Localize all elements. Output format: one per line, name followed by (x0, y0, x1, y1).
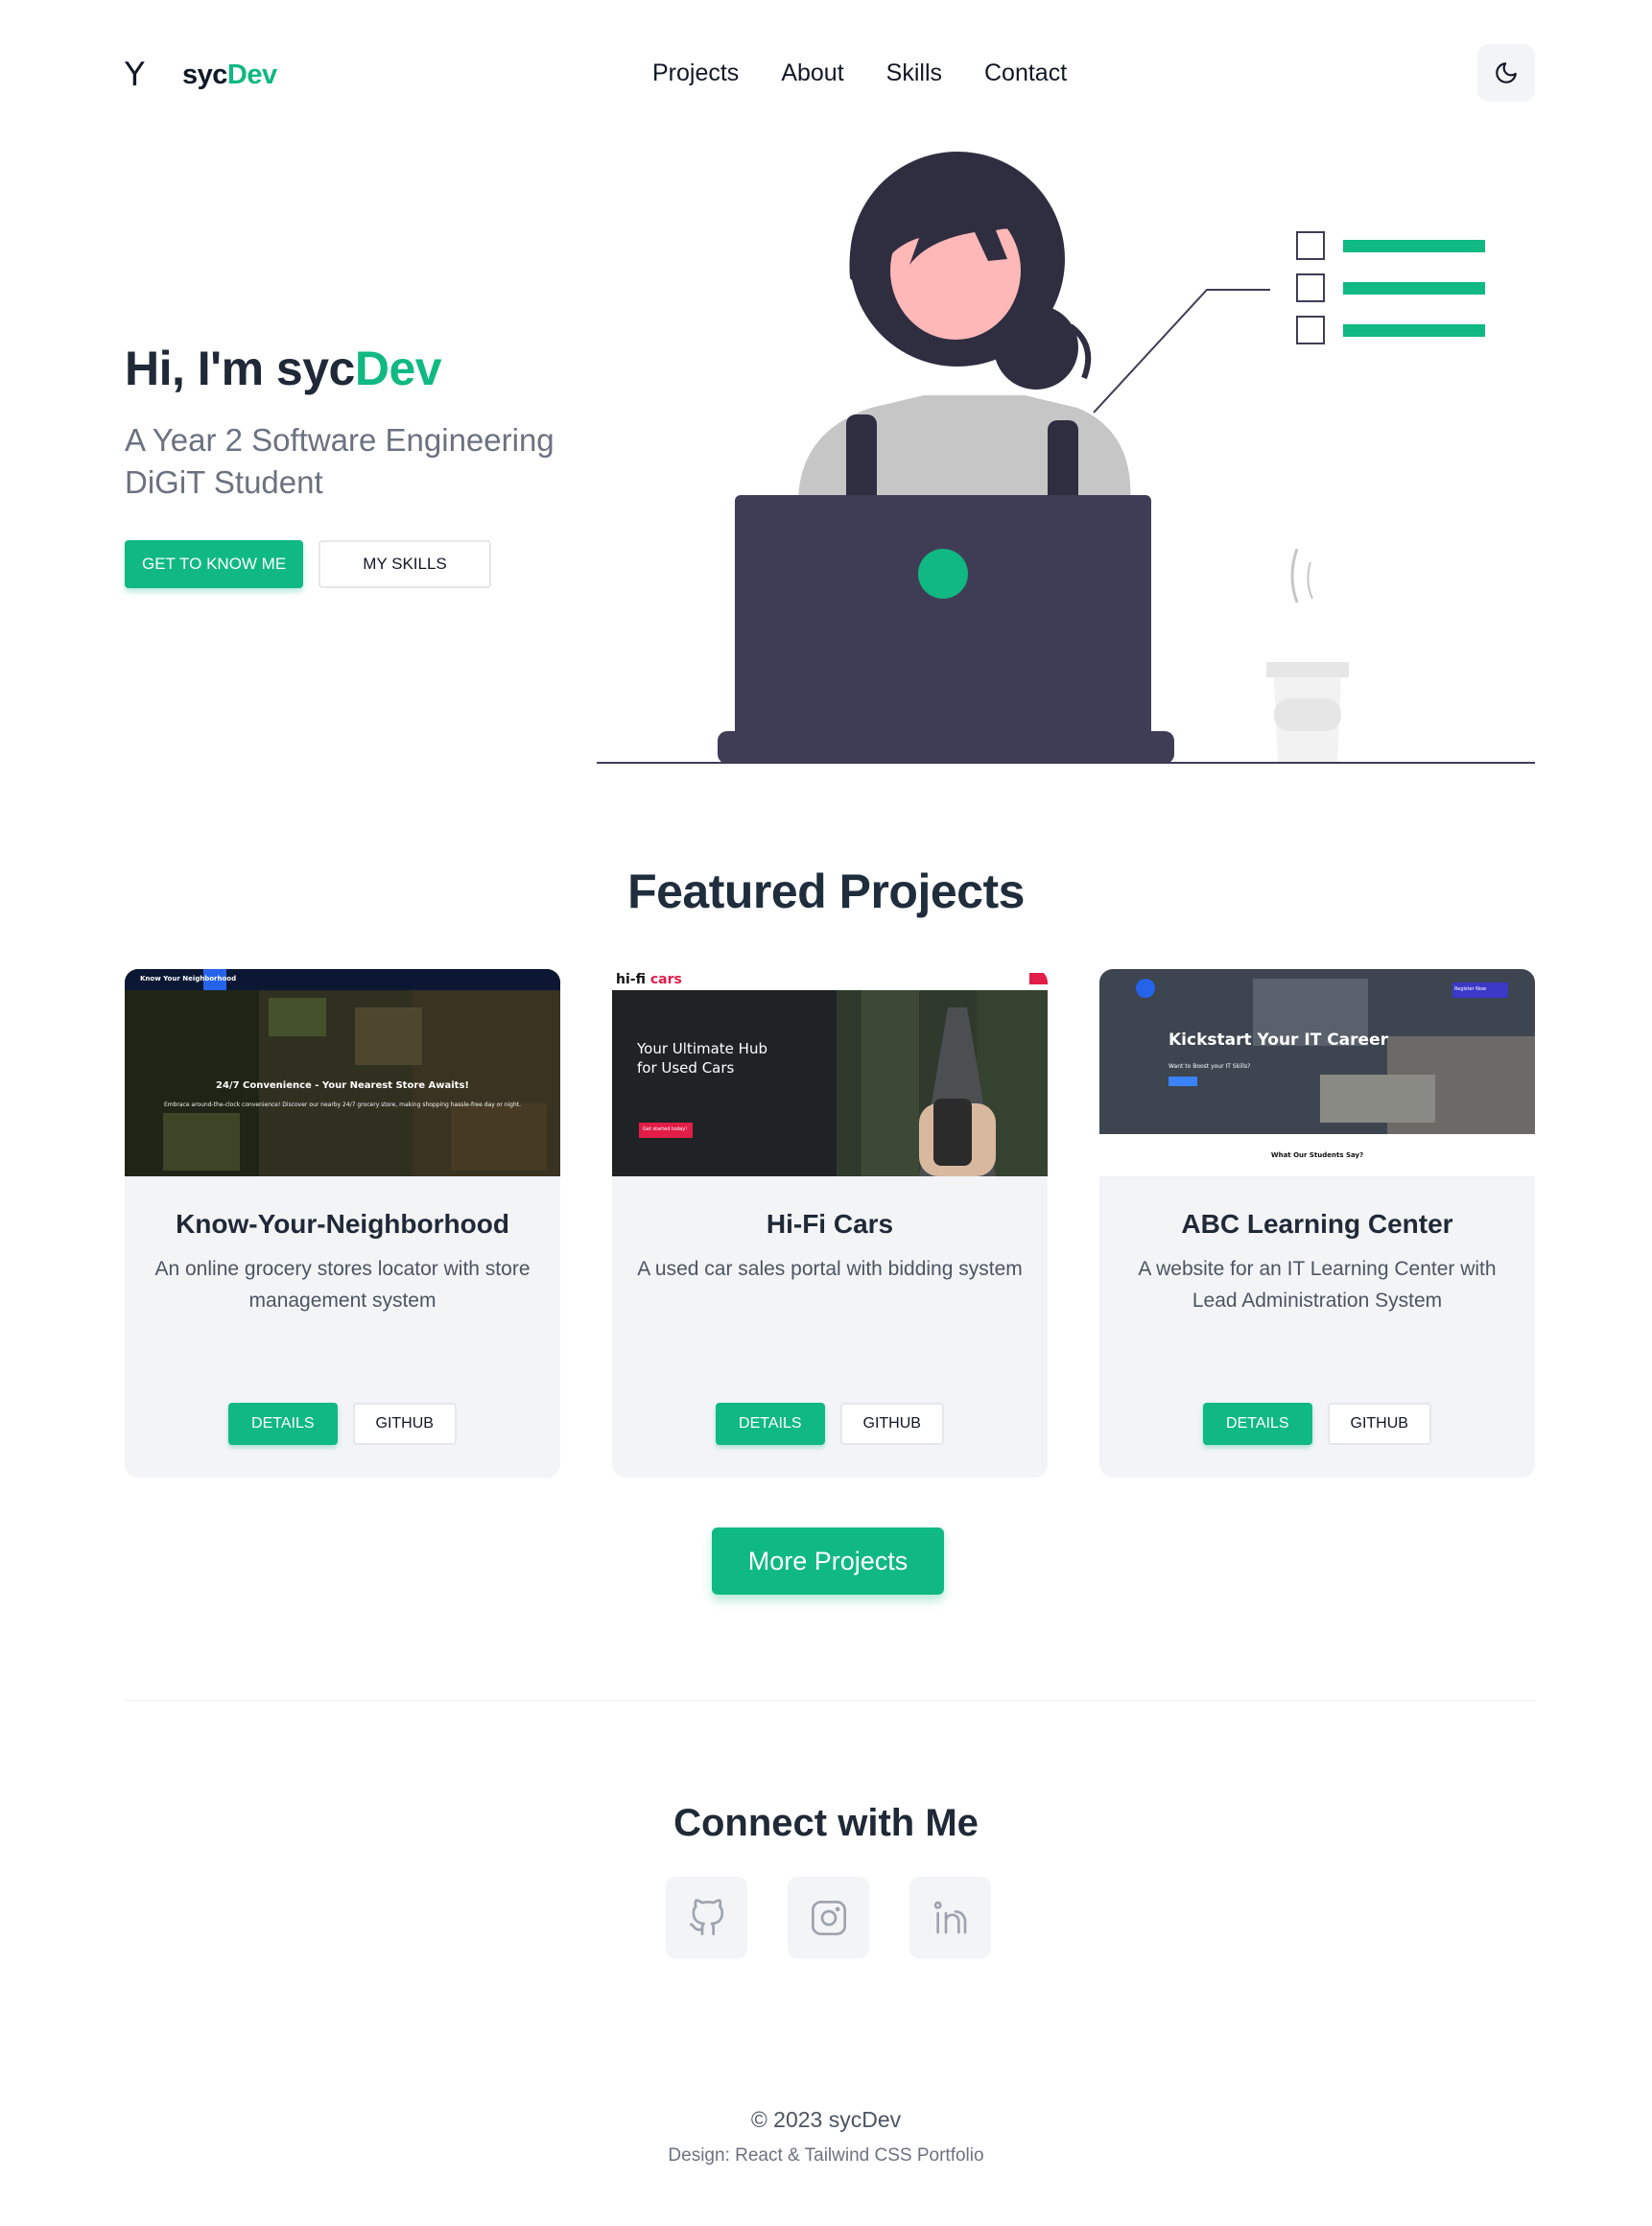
hero-actions: GET TO KNOW ME MY SKILLS (125, 540, 624, 588)
my-skills-button[interactable]: MY SKILLS (319, 540, 491, 588)
github-button[interactable]: GITHUB (839, 1403, 944, 1445)
hero-greeting: Hi, I'm (125, 342, 276, 395)
instagram-icon (811, 1900, 846, 1935)
details-button[interactable]: DETAILS (716, 1403, 825, 1445)
project-title: ABC Learning Center (1181, 1209, 1453, 1239)
hero-intro: Hi, I'm sycDev A Year 2 Software Enginee… (125, 341, 624, 588)
screenshot-subline: Embrace around-the-clock convenience! Di… (163, 1101, 522, 1108)
featured-projects-title: Featured Projects (627, 864, 1025, 918)
more-projects-button[interactable]: More Projects (712, 1527, 944, 1595)
details-button[interactable]: DETAILS (228, 1403, 338, 1445)
hero-illustration (597, 152, 1535, 764)
screenshot-subline: Want to Boost your IT Skills? (1168, 1063, 1251, 1070)
project-card: Register Now Kickstart Your IT Career Wa… (1099, 969, 1535, 1478)
project-description: A used car sales portal with bidding sys… (637, 1258, 1023, 1280)
instagram-link[interactable] (788, 1877, 869, 1958)
logo[interactable]: Y sycDev (125, 56, 277, 94)
project-title: Know-Your-Neighborhood (176, 1209, 509, 1239)
hero-name-accent: Dev (354, 342, 442, 395)
details-button[interactable]: DETAILS (1203, 1403, 1312, 1445)
project-title: Hi-Fi Cars (766, 1209, 894, 1239)
footer-copyright: © 2023 sycDev (750, 2107, 902, 2132)
brand-name: sycDev (182, 59, 277, 91)
project-description: An online grocery stores locator with st… (154, 1258, 531, 1312)
moon-icon (1496, 62, 1517, 83)
github-icon (689, 1898, 723, 1935)
github-button[interactable]: GITHUB (1327, 1403, 1431, 1445)
project-actions: DETAILS GITHUB (612, 1403, 1048, 1445)
project-description: A website for an IT Learning Center with… (1138, 1258, 1497, 1312)
screenshot-brand: hi-fi cars (616, 972, 682, 987)
brand-prefix: syc (182, 59, 227, 90)
project-screenshot: Know Your Neighborhood 24/7 Convenience … (125, 969, 560, 1176)
github-link[interactable] (666, 1877, 747, 1958)
hero-subtitle: A Year 2 Software Engineering DiGiT Stude… (125, 419, 624, 504)
hero-subtitle-line-2: DiGiT Student (125, 464, 323, 500)
project-actions: DETAILS GITHUB (1099, 1403, 1535, 1445)
nav-link-skills[interactable]: Skills (886, 59, 942, 87)
project-card: hi-fi cars Your Ultimate Hub for Used Ca… (612, 969, 1048, 1478)
nav-link-contact[interactable]: Contact (984, 59, 1067, 87)
screenshot-headline: 24/7 Convenience - Your Nearest Store Aw… (216, 1080, 469, 1091)
screenshot-register: Register Now (1454, 986, 1487, 992)
linkedin-link[interactable] (909, 1877, 991, 1958)
project-card: Know Your Neighborhood 24/7 Convenience … (125, 969, 560, 1478)
screenshot-headline-2: for Used Cars (637, 1059, 735, 1077)
screenshot-headline-1: Your Ultimate Hub (637, 1040, 767, 1057)
screenshot-footer: What Our Students Say? (1270, 1151, 1364, 1159)
hero-title: Hi, I'm sycDev (125, 341, 624, 396)
footer-credit: Design: React & Tailwind CSS Portfolio (668, 2145, 984, 2166)
hero-subtitle-line-1: A Year 2 Software Engineering (125, 422, 555, 458)
linkedin-icon (933, 1901, 966, 1933)
social-links (666, 1877, 991, 1958)
screenshot-brand: Know Your Neighborhood (140, 975, 237, 983)
connect-title: Connect with Me (673, 1802, 979, 1844)
project-screenshot: hi-fi cars Your Ultimate Hub for Used Ca… (612, 969, 1048, 1176)
hero-name-prefix: syc (275, 342, 355, 395)
screenshot-brand-a: hi-fi (616, 972, 646, 987)
project-cards: Know Your Neighborhood 24/7 Convenience … (125, 969, 1535, 1478)
project-actions: DETAILS GITHUB (125, 1403, 560, 1445)
screenshot-headline: Kickstart Your IT Career (1168, 1030, 1388, 1050)
nav-links: Projects About Skills Contact (652, 59, 1067, 87)
github-button[interactable]: GITHUB (352, 1403, 457, 1445)
get-to-know-me-button[interactable]: GET TO KNOW ME (125, 540, 304, 588)
nav-link-projects[interactable]: Projects (652, 59, 739, 87)
section-divider (125, 1700, 1535, 1701)
theme-toggle-button[interactable] (1477, 44, 1535, 102)
screenshot-cta: Get started today! (643, 1126, 688, 1132)
screenshot-brand-b: cars (649, 972, 682, 987)
brand-accent: Dev (226, 59, 277, 90)
nav-link-about[interactable]: About (781, 59, 843, 87)
logo-mark: Y (125, 56, 145, 94)
project-screenshot: Register Now Kickstart Your IT Career Wa… (1099, 969, 1535, 1176)
top-nav: Y sycDev Projects About Skills Contact (125, 42, 1535, 106)
